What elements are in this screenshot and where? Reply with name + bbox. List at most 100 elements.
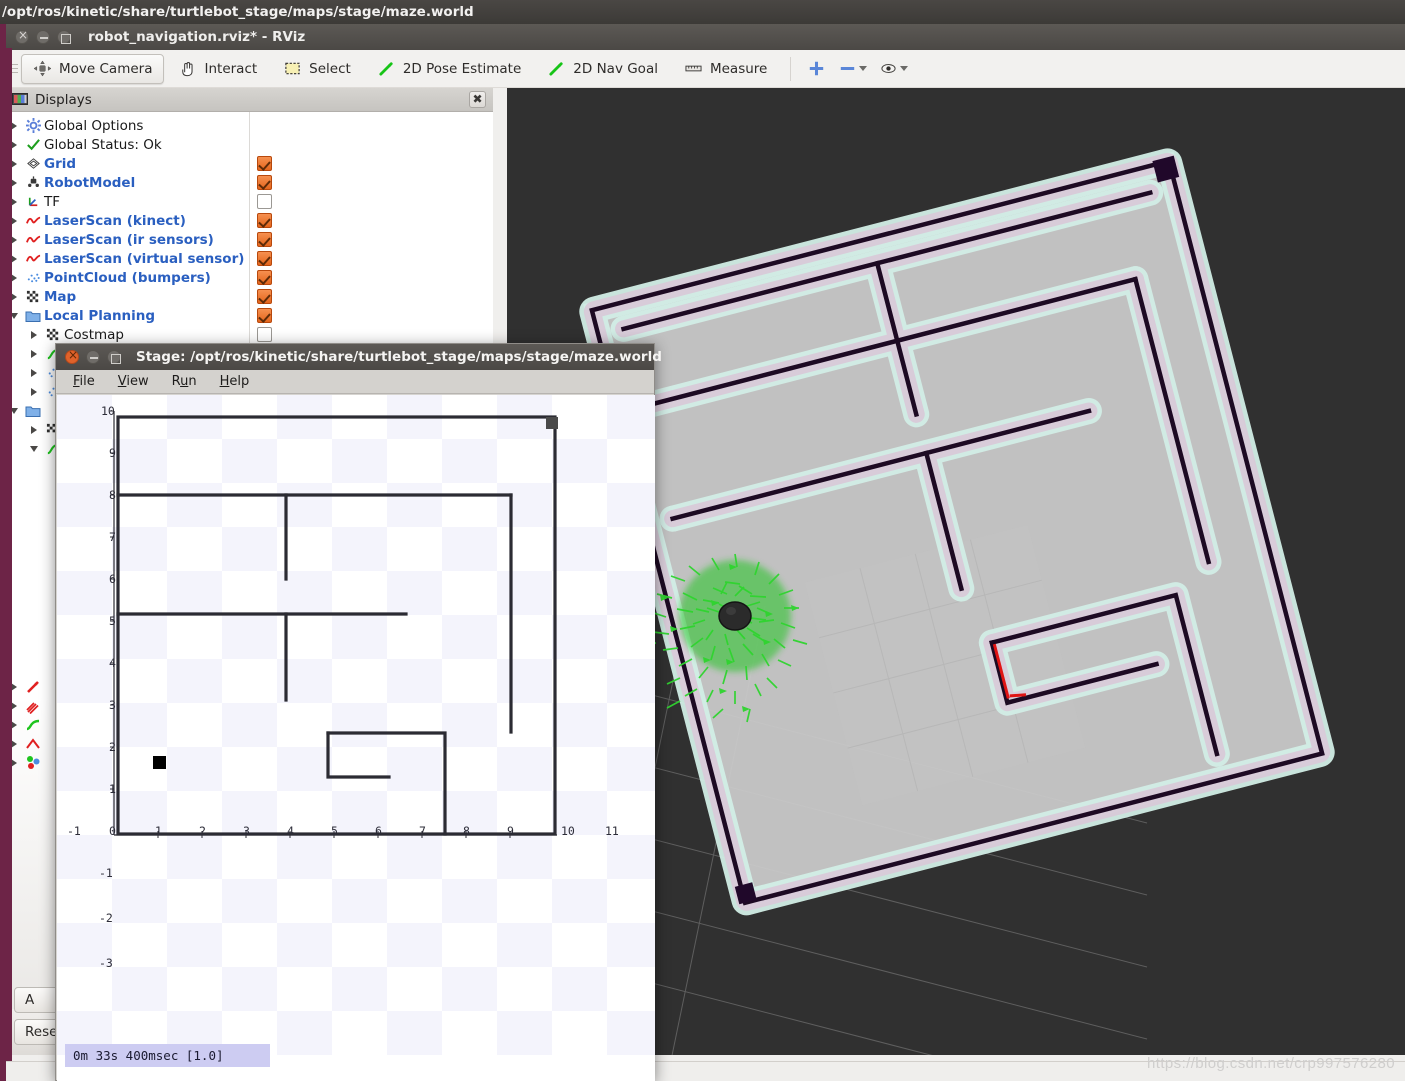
path-icon — [22, 717, 44, 733]
tree-item-map[interactable]: Map — [6, 287, 493, 306]
tool-2d-pose-estimate[interactable]: 2D Pose Estimate — [365, 54, 533, 84]
stage-y-tick: 2 — [109, 740, 116, 754]
folder-icon — [22, 404, 44, 418]
stage-menubar: FFileile View Run Help — [56, 370, 654, 394]
robotmodel-visibility-checkbox[interactable] — [257, 175, 272, 190]
tf-visibility-checkbox[interactable] — [257, 194, 272, 209]
chevron-right-icon[interactable] — [26, 425, 42, 434]
tree-item-global-status[interactable]: Global Status: Ok — [6, 135, 493, 154]
chevron-right-icon[interactable] — [26, 330, 42, 339]
menu-view[interactable]: View — [108, 372, 159, 391]
displays-panel-title: Displays — [35, 91, 92, 108]
displays-panel-header: Displays ✖ — [6, 88, 493, 112]
tree-item-tf[interactable]: TF — [6, 192, 493, 211]
folder-icon — [22, 309, 44, 323]
tree-item-laserscan-kinect[interactable]: LaserScan (kinect) — [6, 211, 493, 230]
menu-file[interactable]: FFileile — [63, 372, 105, 391]
stage-x-tick: 2 — [199, 824, 206, 838]
local-planning-visibility-checkbox[interactable] — [257, 308, 272, 323]
minimize-icon[interactable] — [36, 30, 50, 44]
desktop-titlebar: /opt/ros/kinetic/share/turtlebot_stage/m… — [0, 0, 1405, 24]
gear-icon — [22, 118, 44, 133]
stage-x-tick: 4 — [287, 824, 294, 838]
stage-y-tick: 8 — [109, 488, 116, 502]
stage-y-tick: -1 — [99, 866, 113, 880]
robot-icon — [22, 175, 44, 190]
tool-measure-label: Measure — [709, 60, 768, 77]
stage-x-tick: 9 — [507, 824, 514, 838]
tree-item-global-options[interactable]: Global Options — [6, 116, 493, 135]
rviz-titlebar[interactable]: robot_navigation.rviz* - RViz — [6, 24, 1405, 50]
stage-y-tick: 6 — [109, 572, 116, 586]
stage-x-tick: 11 — [605, 824, 619, 838]
pose-array-icon — [22, 698, 44, 714]
maximize-icon[interactable] — [107, 350, 121, 364]
grid-icon — [22, 156, 44, 171]
tree-item-label: Global Options — [44, 117, 144, 134]
stage-x-tick: 10 — [561, 824, 575, 838]
tree-item-laserscan-ir[interactable]: LaserScan (ir sensors) — [6, 230, 493, 249]
chevron-down-icon[interactable] — [900, 66, 909, 71]
chevron-right-icon[interactable] — [26, 387, 42, 396]
tree-item-local-planning[interactable]: Local Planning — [6, 306, 493, 325]
chevron-down-icon[interactable] — [26, 445, 42, 452]
tool-interact[interactable]: Interact — [166, 54, 269, 84]
stage-corner-block — [546, 417, 558, 429]
laserscan-kinect-visibility-checkbox[interactable] — [257, 213, 272, 228]
stage-x-tick: 5 — [331, 824, 338, 838]
tool-move-camera[interactable]: Move Camera — [21, 53, 165, 84]
tree-item-label: TF — [44, 193, 61, 210]
map-icon — [42, 327, 64, 342]
maximize-icon[interactable] — [57, 30, 71, 44]
pose-arrow-icon — [379, 62, 393, 76]
minimize-icon[interactable] — [86, 350, 100, 364]
window-left-edge — [6, 48, 12, 1081]
stage-y-tick: 5 — [109, 614, 116, 628]
tool-2d-pose-estimate-label: 2D Pose Estimate — [402, 60, 522, 77]
pointcloud-visibility-checkbox[interactable] — [257, 270, 272, 285]
laserscan-icon — [22, 232, 44, 247]
tree-item-grid[interactable]: Grid — [6, 154, 493, 173]
chevron-right-icon[interactable] — [26, 368, 42, 377]
menu-run[interactable]: Run — [162, 372, 207, 391]
hand-cursor-icon — [182, 62, 194, 77]
tool-select-label: Select — [309, 60, 351, 77]
add-tool-button[interactable] — [801, 54, 832, 84]
tree-item-costmap[interactable]: Costmap — [6, 325, 493, 344]
map-visibility-checkbox[interactable] — [257, 289, 272, 304]
tree-item-label: LaserScan (virtual sensor) — [44, 250, 245, 267]
polygon-icon — [22, 736, 44, 752]
tree-item-robotmodel[interactable]: RobotModel — [6, 173, 493, 192]
tf-axes-icon — [22, 194, 44, 209]
tool-measure[interactable]: Measure — [672, 54, 779, 84]
tree-item-label: Costmap — [64, 326, 125, 343]
menu-help[interactable]: Help — [210, 372, 260, 391]
chevron-down-icon[interactable] — [859, 66, 868, 71]
close-icon[interactable] — [15, 28, 30, 44]
pointcloud-icon — [22, 270, 44, 285]
stage-window[interactable]: Stage: /opt/ros/kinetic/share/turtlebot_… — [55, 343, 662, 1081]
tool-select[interactable]: Select — [271, 54, 363, 84]
tool-2d-nav-goal[interactable]: 2D Nav Goal — [535, 54, 670, 84]
stage-y-tick: -3 — [99, 956, 113, 970]
rviz-title-text: robot_navigation.rviz* - RViz — [88, 29, 306, 45]
stage-x-tick: 3 — [243, 824, 250, 838]
remove-tool-button[interactable] — [832, 54, 873, 84]
grid-visibility-checkbox[interactable] — [257, 156, 272, 171]
ruler-icon — [685, 65, 702, 72]
tool-2d-nav-goal-label: 2D Nav Goal — [573, 60, 658, 77]
laserscan-virtual-visibility-checkbox[interactable] — [257, 251, 272, 266]
tree-item-label: Local Planning — [44, 307, 156, 324]
laserscan-ir-visibility-checkbox[interactable] — [257, 232, 272, 247]
tree-item-label: RobotModel — [44, 174, 136, 191]
chevron-right-icon[interactable] — [26, 349, 42, 358]
stage-canvas[interactable]: 10 9 8 7 6 5 4 3 2 1 0 -1 -2 -3 -1 1 2 3… — [57, 395, 655, 1081]
desktop-title-text: /opt/ros/kinetic/share/turtlebot_stage/m… — [2, 4, 474, 20]
stage-titlebar[interactable]: Stage: /opt/ros/kinetic/share/turtlebot_… — [56, 344, 662, 370]
tree-item-pointcloud-bumpers[interactable]: PointCloud (bumpers) — [6, 268, 493, 287]
focus-camera-button[interactable] — [873, 54, 914, 84]
close-icon[interactable] — [65, 348, 80, 364]
tree-item-laserscan-virtual[interactable]: LaserScan (virtual sensor) — [6, 249, 493, 268]
close-icon[interactable]: ✖ — [469, 91, 486, 108]
costmap-visibility-checkbox[interactable] — [257, 327, 272, 342]
